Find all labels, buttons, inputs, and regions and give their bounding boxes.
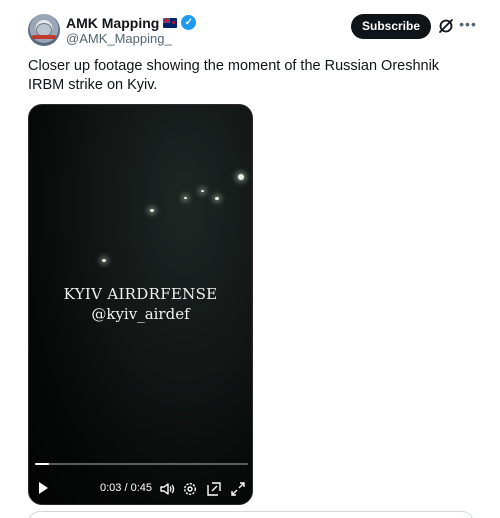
pip-icon[interactable] <box>206 481 222 497</box>
post-text: Closer up footage showing the moment of … <box>28 58 440 93</box>
subscribe-button[interactable]: Subscribe <box>351 14 431 39</box>
new-zealand-flag-icon <box>163 17 178 28</box>
quoted-card-edge <box>28 511 474 518</box>
verified-badge-icon[interactable]: ✓ <box>181 15 197 30</box>
settings-icon[interactable] <box>182 481 198 497</box>
volume-icon[interactable] <box>159 481 175 497</box>
author-handle[interactable]: @AMK_Mapping_ <box>66 31 172 46</box>
video-watermark-handle: @kyiv_airdef <box>91 305 190 323</box>
sky-light <box>150 209 154 212</box>
avatar[interactable] <box>28 14 60 46</box>
sky-light <box>215 197 219 200</box>
video-player[interactable]: KYIV AIRDRFENSE @kyiv_airdef 0:03 / 0:45 <box>28 104 253 505</box>
fullscreen-icon[interactable] <box>230 481 246 497</box>
sky-light <box>184 197 187 199</box>
video-watermark-title: KYIV AIRDRFENSE <box>63 285 218 303</box>
more-options-icon[interactable]: ••• <box>459 17 477 35</box>
video-progress-fill <box>35 463 50 465</box>
video-time: 0:03 / 0:45 <box>100 482 152 494</box>
author-display-name[interactable]: AMK Mapping <box>66 15 159 31</box>
author-name-row: AMK Mapping ✓ <box>66 14 197 31</box>
video-progress-bar[interactable] <box>35 463 248 465</box>
sky-light <box>201 190 204 192</box>
flag-union-jack <box>163 17 171 23</box>
flag-star <box>172 20 176 24</box>
grok-icon[interactable] <box>437 17 455 35</box>
sky-light <box>238 174 244 180</box>
sky-light <box>102 259 106 262</box>
avatar-band <box>32 35 56 39</box>
video-controls: 0:03 / 0:45 <box>29 479 252 499</box>
post-card: AMK Mapping ✓ @AMK_Mapping_ Subscribe ••… <box>0 0 500 518</box>
play-icon[interactable] <box>39 482 48 494</box>
